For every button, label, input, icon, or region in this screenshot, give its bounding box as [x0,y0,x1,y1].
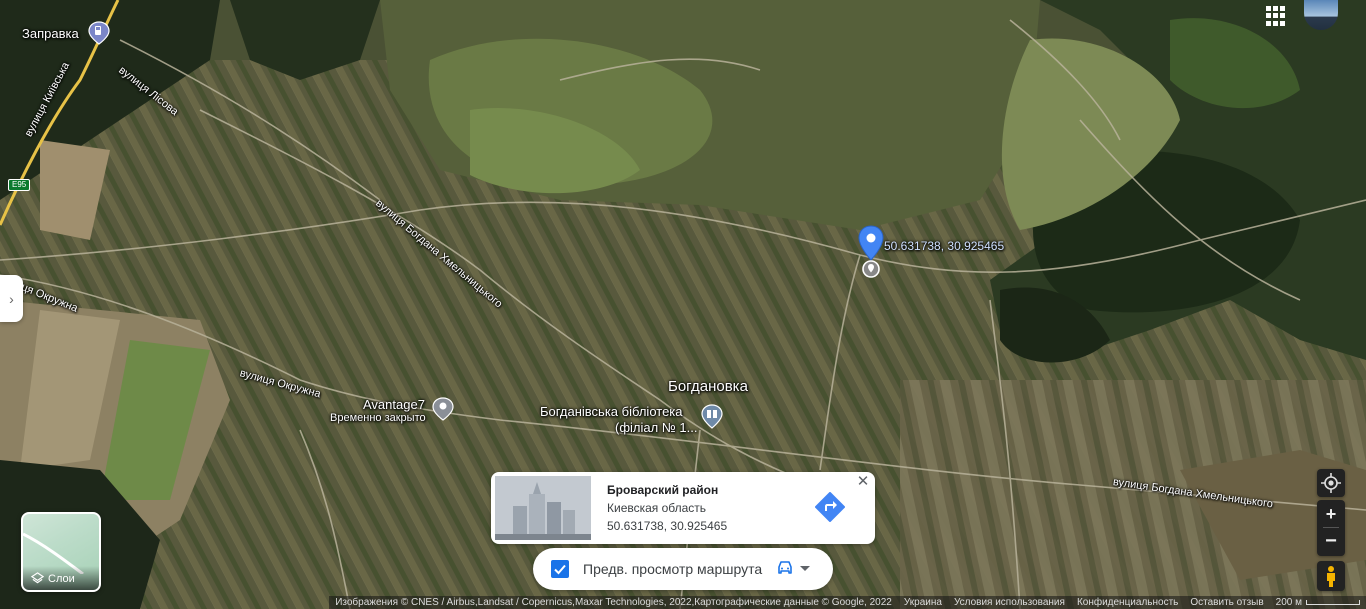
place-info-card[interactable]: Броварский район Киевская область 50.631… [491,472,875,544]
google-apps-button[interactable] [1266,6,1286,26]
layers-icon [31,572,44,584]
check-icon [554,564,566,575]
library-label-line1: Богданівська бібліотека [540,404,683,419]
route-preview-label: Предв. просмотр маршрута [583,561,763,577]
layers-button[interactable]: Слои [21,512,101,592]
route-preview-toggle[interactable]: Предв. просмотр маршрута [533,548,833,590]
chevron-down-icon[interactable] [800,566,810,571]
place-thumbnail[interactable] [495,476,591,540]
place-title: Броварский район [607,483,719,497]
location-pin-icon [858,225,884,261]
layers-map-preview [23,532,84,574]
place-subtitle: Киевская область [607,501,707,515]
pegman-icon [1327,566,1335,587]
place-coordinates: 50.631738, 30.925465 [607,519,728,533]
map-footer: Изображения © CNES / Airbus,Landsat / Co… [0,596,1366,609]
gas-station-icon [88,21,110,45]
pin-coordinates-label: 50.631738, 30.925465 [884,239,1005,253]
avantage-label: Avantage7 [363,397,425,412]
feedback-link[interactable]: Оставить отзыв [1184,596,1270,609]
e95-shield: E95 [8,179,31,191]
library-label-line2: (філіал № 1... [615,420,698,435]
terms-link[interactable]: Условия использования [947,596,1071,609]
zoom-in-button[interactable]: + [1317,500,1345,528]
scale-line [1306,600,1360,605]
car-icon[interactable] [776,559,794,577]
scale-label: 200 м [1275,597,1302,608]
gas-station-poi[interactable]: Заправка [22,21,110,45]
close-icon[interactable]: ✕ [855,474,871,490]
zoom-out-button[interactable]: − [1317,528,1345,556]
store-pin-icon [432,397,454,421]
route-preview-checkbox[interactable] [551,560,569,578]
footer-country[interactable]: Украина [897,596,948,609]
privacy-link[interactable]: Конфиденциальность [1070,596,1185,609]
my-location-icon [1321,473,1341,493]
avantage-status: Временно закрыто [330,412,426,424]
buildings-placeholder-icon [495,476,591,540]
apps-grid-icon [1266,6,1271,11]
avantage-poi[interactable]: Avantage7 Временно закрыто [330,397,454,427]
library-poi[interactable]: Богданівська бібліотека (філіал № 1... [540,404,725,438]
directions-icon[interactable] [815,492,845,522]
side-panel-toggle[interactable]: › [0,275,23,322]
library-pin-icon [701,404,723,429]
my-location-button[interactable] [1317,469,1345,497]
dropped-pin[interactable]: 50.631738, 30.925465 [858,225,1018,279]
village-label: Богдановка [668,378,748,395]
zoom-controls: + − [1317,500,1345,556]
scale-bar[interactable]: 200 м [1269,596,1366,609]
layers-label: Слои [48,573,75,585]
gas-station-label: Заправка [22,26,79,41]
street-view-pegman[interactable] [1317,561,1345,591]
chevron-right-icon: › [9,290,14,307]
imagery-attribution: Изображения © CNES / Airbus,Landsat / Co… [329,596,898,609]
pin-marker-dot-icon [862,260,880,278]
